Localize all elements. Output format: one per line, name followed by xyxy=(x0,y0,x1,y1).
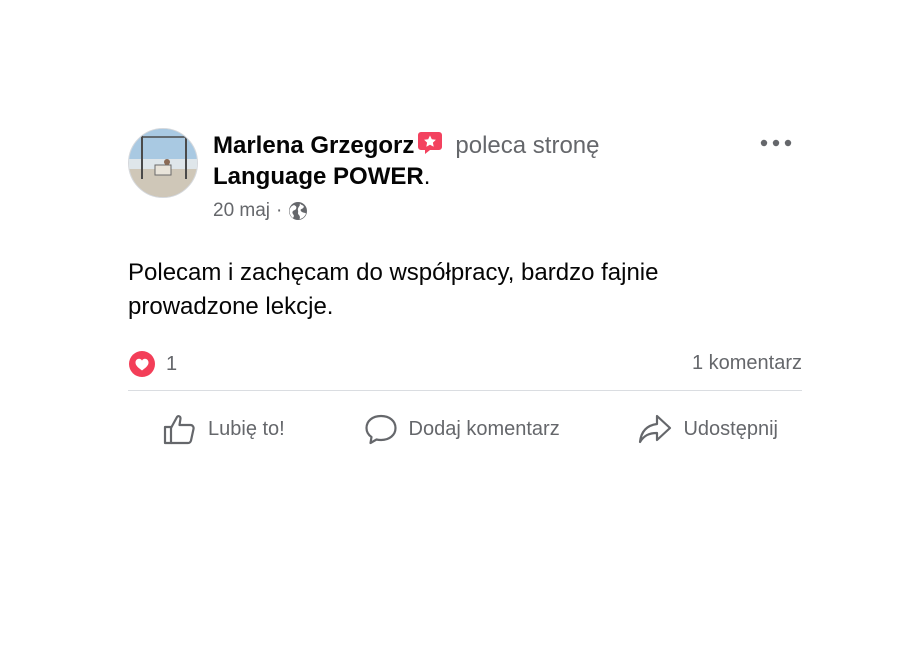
author-avatar[interactable] xyxy=(128,128,198,198)
share-label: Udostępnij xyxy=(683,417,778,440)
author-line: Marlena Grzegorz poleca stronę xyxy=(213,130,599,161)
comment-button[interactable]: Dodaj komentarz xyxy=(363,411,560,447)
love-heart-icon xyxy=(129,351,155,377)
page-line: Language POWER. xyxy=(213,162,430,192)
post-meta: 20 maj · xyxy=(213,200,308,222)
globe-icon xyxy=(289,202,308,220)
like-label: Lubię to! xyxy=(208,417,285,440)
post-header: Marlena Grzegorz poleca stronę Language … xyxy=(128,126,802,226)
author-name[interactable]: Marlena Grzegorz xyxy=(213,132,414,159)
share-button[interactable]: Udostępnij xyxy=(637,411,778,447)
recommend-star-badge-icon xyxy=(418,132,443,154)
like-button[interactable]: Lubię to! xyxy=(162,411,285,447)
avatar-beach-image xyxy=(129,129,197,197)
comment-label: Dodaj komentarz xyxy=(408,417,560,440)
comments-count[interactable]: 1 komentarz xyxy=(692,352,802,375)
post-date[interactable]: 20 maj xyxy=(213,200,270,222)
action-bar: Lubię to! Dodaj komentarz Udostępnij xyxy=(128,391,802,447)
page-name[interactable]: Language POWER xyxy=(213,163,424,190)
reactions-summary[interactable]: 1 xyxy=(128,350,177,378)
meta-separator: · xyxy=(276,200,283,221)
reaction-count: 1 xyxy=(166,352,178,375)
thumbs-up-icon xyxy=(163,415,195,445)
page-suffix: . xyxy=(423,163,431,190)
post-stats: 1 1 komentarz xyxy=(128,348,802,380)
recommend-action-text: poleca stronę xyxy=(455,132,600,159)
speech-bubble-icon xyxy=(364,414,397,445)
post-text: Polecam i zachęcam do współpracy, bardzo… xyxy=(128,259,659,320)
more-options-icon[interactable] xyxy=(758,132,794,154)
recommendation-post: Marlena Grzegorz poleca stronę Language … xyxy=(128,126,802,447)
share-arrow-icon xyxy=(639,414,672,444)
